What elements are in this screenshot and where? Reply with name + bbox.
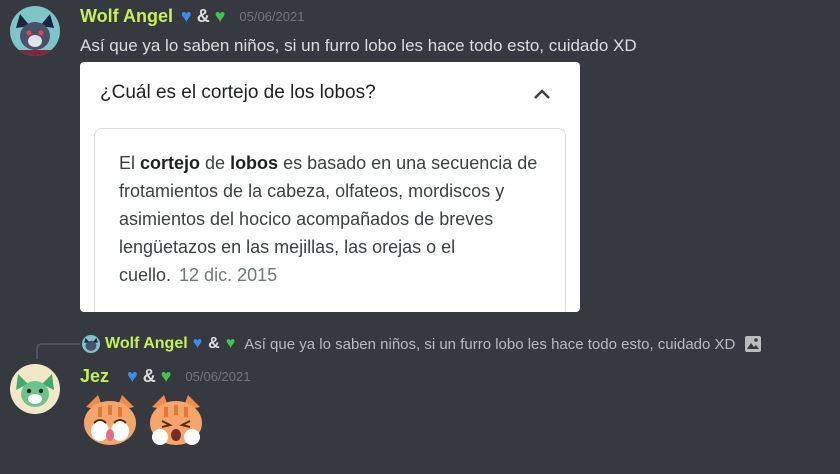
- answer-date: 12 dic. 2015: [179, 265, 278, 285]
- cat-sticker-crying[interactable]: [80, 393, 140, 447]
- heart-blue-icon: ♥: [127, 366, 138, 386]
- username[interactable]: Wolf Angel: [80, 6, 173, 27]
- amp-symbol: &: [196, 6, 210, 26]
- answer-box: El cortejo de lobos es basado en una sec…: [94, 128, 566, 312]
- message-text: Así que ya lo saben niños, si un furro l…: [80, 36, 637, 55]
- heart-green-icon: ♥: [225, 335, 236, 352]
- wolf-avatar-icon: [82, 335, 100, 353]
- timestamp: 05/06/2021: [239, 9, 305, 24]
- answer-text: El cortejo de lobos es basado en una sec…: [119, 153, 538, 285]
- avatar-wolf-angel[interactable]: [10, 6, 60, 56]
- amp-symbol: &: [208, 335, 220, 352]
- heart-green-icon: ♥: [214, 6, 226, 26]
- heart-green-icon: ♥: [160, 366, 172, 386]
- wolf-avatar-icon: [10, 6, 60, 56]
- reply-connector: [36, 343, 80, 359]
- heart-blue-icon: ♥: [192, 335, 203, 352]
- reply-reference[interactable]: Wolf Angel ♥ & ♥ Así que ya lo saben niñ…: [82, 333, 762, 355]
- embedded-image-card[interactable]: ¿Cuál es el cortejo de los lobos? El cor…: [80, 62, 580, 312]
- cat-avatar-icon: [10, 364, 60, 414]
- cat-sticker-shocked[interactable]: [146, 393, 206, 447]
- avatar-jez[interactable]: [10, 364, 60, 414]
- timestamp: 05/06/2021: [185, 369, 251, 384]
- chevron-up-icon: [534, 89, 550, 99]
- reply-text: Así que ya lo saben niños, si un furro l…: [244, 335, 736, 353]
- amp-symbol: &: [142, 366, 156, 386]
- heart-blue-icon: ♥: [181, 6, 192, 26]
- reply-username[interactable]: Wolf Angel: [105, 335, 188, 353]
- mini-avatar-wolf-angel: [82, 335, 100, 353]
- card-question: ¿Cuál es el cortejo de los lobos?: [100, 82, 376, 103]
- image-icon: [745, 336, 762, 352]
- username[interactable]: Jez: [80, 366, 109, 387]
- sticker-group: [80, 393, 206, 447]
